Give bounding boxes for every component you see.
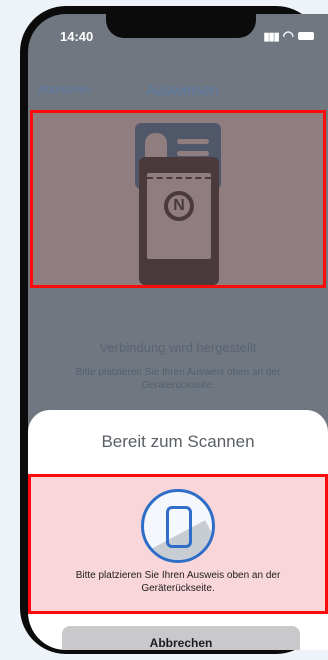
scan-zone-line [147, 177, 211, 179]
navigation-bar: Abbrechen Ausweisen [28, 74, 328, 99]
scan-instruction: Bitte platzieren Sie Ihren Ausweis oben … [75, 570, 281, 594]
status-time: 14:40 [60, 29, 94, 44]
cellular-signal-icon: ▮▮▮ [263, 30, 279, 43]
phone-illustration-screen: N [147, 173, 211, 259]
wifi-icon: ◠ [282, 28, 294, 43]
phone-scan-icon [141, 489, 215, 563]
battery-icon [298, 32, 314, 40]
phone-illustration-icon: N [139, 157, 219, 285]
nfc-illustration-highlight: N [30, 110, 326, 288]
connection-instruction: Bitte platzieren Sie Ihren Ausweis oben … [75, 367, 281, 391]
card-line [177, 139, 209, 144]
card-portrait [145, 133, 167, 159]
nav-cancel-button[interactable]: Abbrechen [38, 84, 91, 96]
cancel-button[interactable]: Abbrechen [62, 626, 300, 650]
connection-status-title: Verbindung wird hergestellt [99, 340, 257, 355]
page-title: Ausweisen [146, 82, 219, 99]
phone-notch [106, 14, 256, 38]
nfc-icon: N [164, 191, 194, 221]
scan-phone-outline [166, 506, 192, 548]
card-line [177, 151, 209, 156]
scan-sheet: Bereit zum Scannen Bitte platzieren Sie … [28, 410, 328, 650]
app-screen: 14:40 ▮▮▮ ◠ Abbrechen Ausweisen N Verbin… [28, 14, 328, 650]
scan-sheet-title: Bereit zum Scannen [101, 432, 255, 451]
scan-highlight: Bitte platzieren Sie Ihren Ausweis oben … [28, 474, 328, 614]
status-icons: ▮▮▮ ◠ [263, 28, 314, 44]
